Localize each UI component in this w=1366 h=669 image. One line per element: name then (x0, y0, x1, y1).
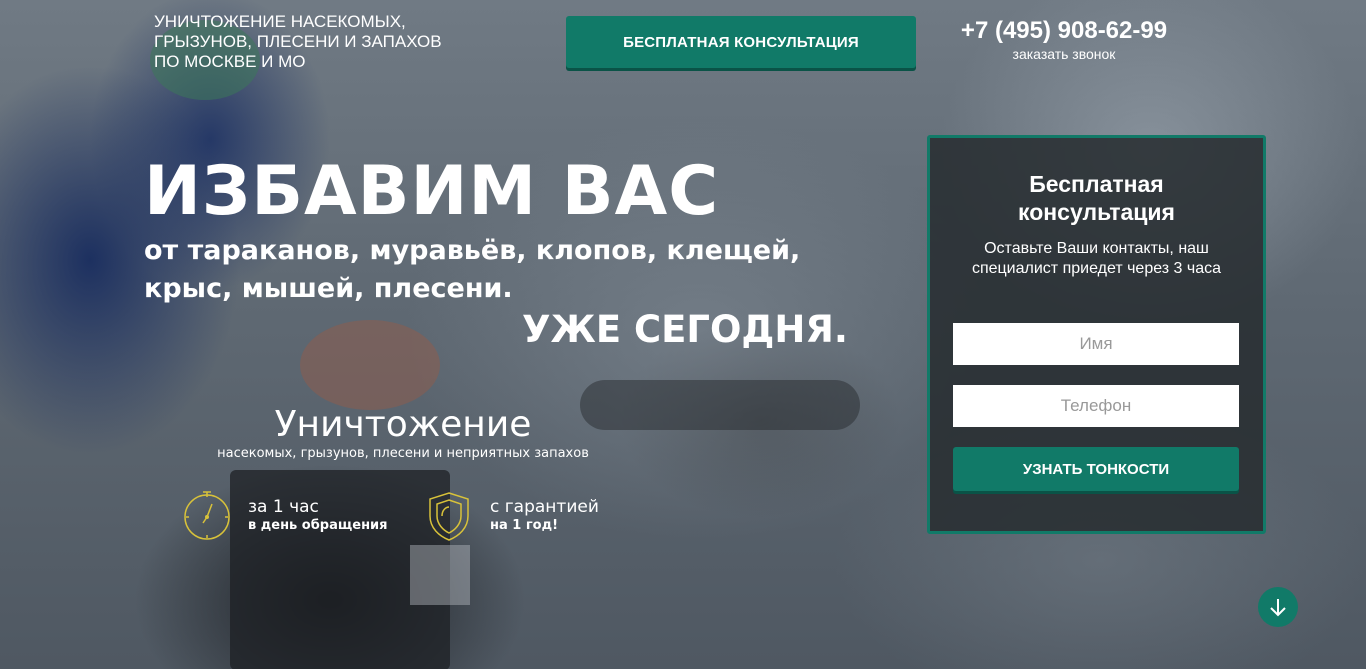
submit-button[interactable]: УЗНАТЬ ТОНКОСТИ (953, 447, 1239, 491)
feature-guarantee: с гарантией на 1 год! (424, 490, 644, 542)
phone-input[interactable] (953, 385, 1239, 427)
feature-speed: за 1 час в день обращения (182, 490, 412, 542)
scroll-down-button[interactable] (1258, 587, 1298, 627)
form-title-line: Бесплатная (1029, 171, 1164, 197)
header-tagline: УНИЧТОЖЕНИЕ НАСЕКОМЫХ, ГРЫЗУНОВ, ПЛЕСЕНИ… (154, 12, 514, 72)
feature-subtitle: на 1 год! (490, 518, 559, 533)
service-subtitle: насекомых, грызунов, плесени и неприятны… (217, 446, 589, 461)
shield-icon (429, 492, 469, 541)
phone-number[interactable]: +7 (495) 908-62-99 (950, 16, 1178, 46)
hero-subtitle-line: крыс, мышей, плесени. (144, 273, 513, 304)
arrow-down-icon (1270, 599, 1286, 617)
free-consultation-button[interactable]: БЕСПЛАТНАЯ КОНСУЛЬТАЦИЯ (566, 16, 916, 68)
stopwatch-icon (184, 491, 230, 540)
form-title-line: консультация (1018, 199, 1175, 225)
service-title: Уничтожение (274, 404, 532, 445)
header-tagline-line: ПО МОСКВЕ И МО (154, 52, 306, 71)
name-input[interactable] (953, 323, 1239, 365)
hero-today: УЖЕ СЕГОДНЯ. (522, 308, 848, 351)
hero-title: ИЗБАВИМ ВАС (144, 152, 720, 231)
hero-subtitle-line: от тараканов, муравьёв, клопов, клещей, (144, 235, 801, 266)
form-title: Бесплатная консультация (930, 170, 1263, 226)
hero-subtitle: от тараканов, муравьёв, клопов, клещей, … (144, 232, 824, 308)
header-tagline-line: УНИЧТОЖЕНИЕ НАСЕКОМЫХ, (154, 12, 406, 31)
header-tagline-line: ГРЫЗУНОВ, ПЛЕСЕНИ И ЗАПАХОВ (154, 32, 442, 51)
callback-link[interactable]: заказать звонок (950, 46, 1178, 62)
feature-title: с гарантией (490, 497, 599, 517)
form-description: Оставьте Ваши контакты, наш специалист п… (971, 240, 1222, 277)
feature-subtitle: в день обращения (248, 518, 388, 533)
feature-title: за 1 час (248, 497, 319, 517)
consultation-form: Бесплатная консультация Оставьте Ваши ко… (927, 135, 1266, 534)
